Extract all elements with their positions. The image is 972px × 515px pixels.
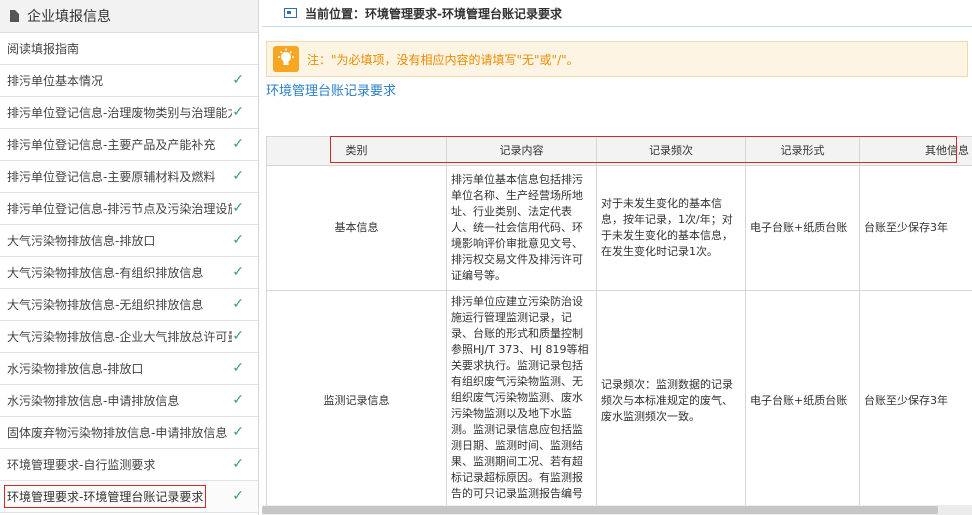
check-icon: ✓ bbox=[232, 136, 244, 152]
sidebar-item-label: 环境管理要求-环境管理台账记录要求 bbox=[3, 485, 207, 508]
check-icon: ✓ bbox=[232, 72, 244, 88]
sidebar: 企业填报信息 阅读填报指南 排污单位基本情况 ✓ 排污单位登记信息-治理废物类别… bbox=[0, 0, 259, 515]
column-header-form: 记录形式 bbox=[745, 136, 860, 166]
check-icon: ✓ bbox=[232, 360, 244, 376]
sidebar-item-guide[interactable]: 阅读填报指南 bbox=[0, 33, 258, 65]
table-row: 基本信息 排污单位基本信息包括排污单位名称、生产经营场所地址、行业类别、法定代表… bbox=[266, 165, 972, 291]
sidebar-item-label: 水污染物排放信息-排放口 bbox=[7, 362, 144, 376]
sidebar-item-water-outlet[interactable]: 水污染物排放信息-排放口 ✓ bbox=[0, 353, 258, 385]
check-icon: ✓ bbox=[232, 328, 244, 344]
cell-other: 台账至少保存3年 bbox=[859, 165, 972, 291]
check-icon: ✓ bbox=[232, 296, 244, 312]
cell-category: 基本信息 bbox=[266, 165, 447, 291]
location-icon bbox=[284, 8, 297, 18]
sidebar-item-label: 环境管理要求-自行监测要求 bbox=[7, 458, 156, 472]
cell-form: 电子台账+纸质台账 bbox=[745, 165, 860, 291]
sidebar-item-ledger-records[interactable]: 环境管理要求-环境管理台账记录要求 ✓ bbox=[0, 481, 258, 513]
divider bbox=[262, 26, 972, 27]
breadcrumb: 当前位置：环境管理要求-环境管理台账记录要求 bbox=[262, 0, 972, 26]
column-header-category: 类别 bbox=[266, 136, 447, 166]
sidebar-item-self-monitoring[interactable]: 环境管理要求-自行监测要求 ✓ bbox=[0, 449, 258, 481]
sidebar-item-label: 排污单位登记信息-排污节点及污染治理设施 bbox=[7, 202, 232, 216]
sidebar-item-label: 大气污染物排放信息-排放口 bbox=[7, 234, 156, 248]
check-icon: ✓ bbox=[232, 104, 244, 120]
scrollbar-thumb[interactable] bbox=[262, 506, 938, 514]
section-title: 环境管理台账记录要求 bbox=[266, 84, 397, 99]
cell-category: 监测记录信息 bbox=[266, 290, 447, 511]
sidebar-title: 企业填报信息 bbox=[27, 9, 111, 25]
check-icon: ✓ bbox=[232, 232, 244, 248]
ledger-table: 类别 记录内容 记录频次 记录形式 其他信息 基本信息 排污单位基本信息包括排污… bbox=[266, 136, 972, 511]
sidebar-item-label: 排污单位登记信息-主要原辅材料及燃料 bbox=[7, 170, 216, 184]
check-icon: ✓ bbox=[232, 392, 244, 408]
column-header-other: 其他信息 bbox=[859, 136, 972, 166]
sidebar-item-label: 排污单位登记信息-主要产品及产能补充 bbox=[7, 138, 216, 152]
sidebar-item-solid-apply[interactable]: 固体废弃物污染物排放信息-申请排放信息 ✓ bbox=[0, 417, 258, 449]
sidebar-item-registration-materials[interactable]: 排污单位登记信息-主要原辅材料及燃料 ✓ bbox=[0, 161, 258, 193]
sidebar-item-label: 固体废弃物污染物排放信息-申请排放信息 bbox=[7, 426, 228, 440]
breadcrumb-text: 当前位置：环境管理要求-环境管理台账记录要求 bbox=[305, 6, 562, 21]
check-icon: ✓ bbox=[232, 424, 244, 440]
sidebar-item-air-total[interactable]: 大气污染物排放信息-企业大气排放总许可量 ✓ bbox=[0, 321, 258, 353]
sidebar-item-registration-waste[interactable]: 排污单位登记信息-治理废物类别与治理能力 ✓ bbox=[0, 97, 258, 129]
check-icon: ✓ bbox=[232, 456, 244, 472]
check-icon: ✓ bbox=[232, 200, 244, 216]
sidebar-list: 阅读填报指南 排污单位基本情况 ✓ 排污单位登记信息-治理废物类别与治理能力 ✓… bbox=[0, 33, 258, 513]
sidebar-item-label: 大气污染物排放信息-企业大气排放总许可量 bbox=[7, 330, 232, 344]
horizontal-scrollbar[interactable] bbox=[262, 505, 972, 515]
sidebar-header: 企业填报信息 bbox=[0, 0, 258, 33]
check-icon: ✓ bbox=[232, 168, 244, 184]
sidebar-item-label: 排污单位登记信息-治理废物类别与治理能力 bbox=[7, 106, 232, 120]
sidebar-item-air-outlet[interactable]: 大气污染物排放信息-排放口 ✓ bbox=[0, 225, 258, 257]
sidebar-item-label: 大气污染物排放信息-无组织排放信息 bbox=[7, 298, 204, 312]
sidebar-item-registration-nodes[interactable]: 排污单位登记信息-排污节点及污染治理设施 ✓ bbox=[0, 193, 258, 225]
check-icon: ✓ bbox=[232, 488, 244, 504]
cell-form: 电子台账+纸质台账 bbox=[745, 290, 860, 511]
notice-bar: 注："为必填项，没有相应内容的请填写"无"或"/"。 bbox=[266, 41, 968, 77]
table-header-row: 类别 记录内容 记录频次 记录形式 其他信息 bbox=[266, 136, 972, 166]
cell-frequency: 记录频次：监测数据的记录频次与本标准规定的废气、废水监测频次一致。 bbox=[596, 290, 746, 511]
sidebar-item-label: 阅读填报指南 bbox=[7, 42, 80, 56]
notice-text: 注："为必填项，没有相应内容的请填写"无"或"/"。 bbox=[307, 52, 579, 67]
column-header-content: 记录内容 bbox=[446, 136, 597, 166]
column-header-frequency: 记录频次 bbox=[596, 136, 746, 166]
sidebar-item-label: 大气污染物排放信息-有组织排放信息 bbox=[7, 266, 204, 280]
sidebar-item-air-organized[interactable]: 大气污染物排放信息-有组织排放信息 ✓ bbox=[0, 257, 258, 289]
sidebar-item-label: 排污单位基本情况 bbox=[7, 74, 104, 88]
sidebar-item-water-apply[interactable]: 水污染物排放信息-申请排放信息 ✓ bbox=[0, 385, 258, 417]
cell-other: 台账至少保存3年 bbox=[859, 290, 972, 511]
sidebar-item-air-unorganized[interactable]: 大气污染物排放信息-无组织排放信息 ✓ bbox=[0, 289, 258, 321]
cell-content: 排污单位应建立污染防治设施运行管理监测记录，记录、台账的形式和质量控制参照HJ/… bbox=[446, 290, 597, 511]
table-row: 监测记录信息 排污单位应建立污染防治设施运行管理监测记录，记录、台账的形式和质量… bbox=[266, 290, 972, 511]
cell-content: 排污单位基本信息包括排污单位名称、生产经营场所地址、行业类别、法定代表人、统一社… bbox=[446, 165, 597, 291]
main-content: 当前位置：环境管理要求-环境管理台账记录要求 注："为必填项，没有相应内容的请填… bbox=[262, 0, 972, 515]
cell-frequency: 对于未发生变化的基本信息，按年记录，1次/年；对于未发生变化的基本信息，在发生变… bbox=[596, 165, 746, 291]
lightbulb-icon bbox=[273, 46, 299, 72]
sidebar-item-basic-info[interactable]: 排污单位基本情况 ✓ bbox=[0, 65, 258, 97]
sidebar-item-label: 水污染物排放信息-申请排放信息 bbox=[7, 394, 180, 408]
sidebar-item-registration-products[interactable]: 排污单位登记信息-主要产品及产能补充 ✓ bbox=[0, 129, 258, 161]
check-icon: ✓ bbox=[232, 264, 244, 280]
document-icon bbox=[10, 10, 19, 22]
